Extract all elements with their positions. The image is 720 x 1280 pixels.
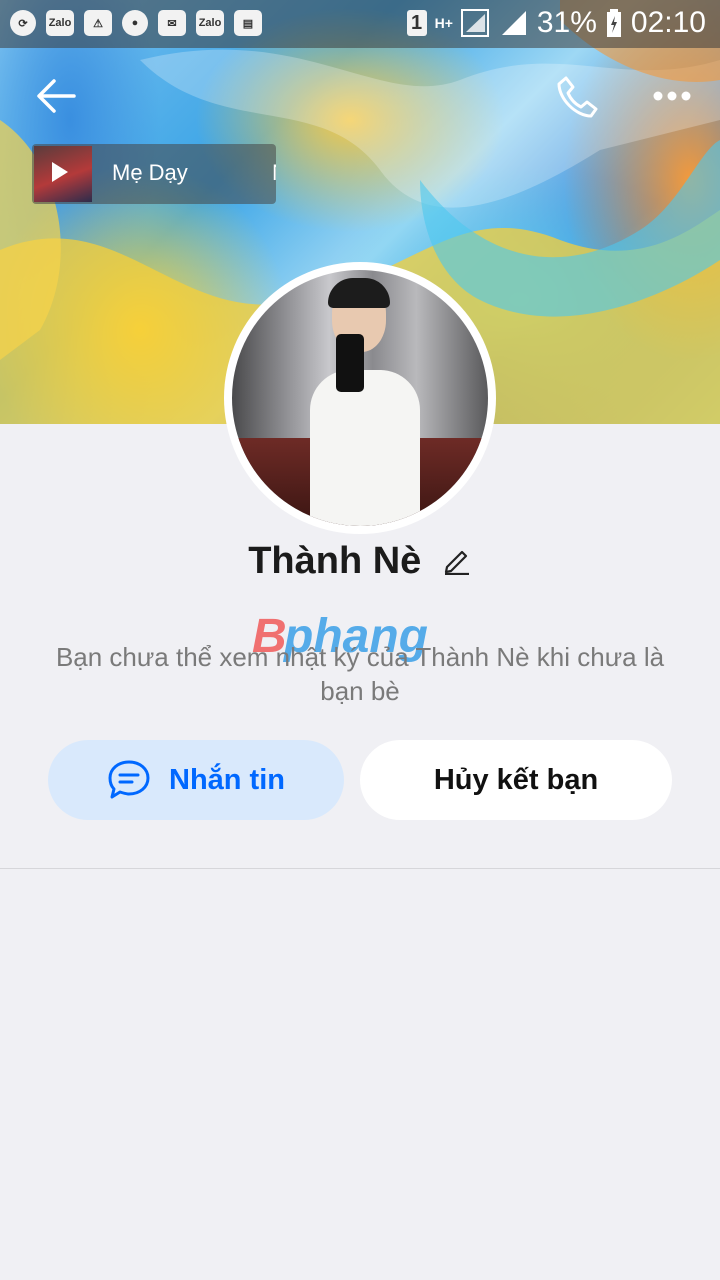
more-icon[interactable] (652, 82, 692, 110)
zalo-icon-label: Zalo (198, 17, 222, 29)
system-indicators: 1 H+ 31% 02:10 (406, 6, 706, 40)
back-arrow-icon[interactable] (34, 76, 78, 116)
notification-icons: ⟳ Zalo ⚠ ● ✉ Zalo ▤ (10, 10, 262, 36)
avatar[interactable] (232, 270, 488, 526)
play-icon[interactable] (52, 162, 68, 182)
message-button[interactable]: Nhắn tin (48, 740, 344, 820)
unfriend-button-label: Hủy kết bạn (433, 763, 599, 796)
avatar-hair (328, 278, 390, 308)
network-type: H+ (434, 15, 453, 31)
chat-icon: ● (122, 10, 148, 36)
zalo-icon-label: Zalo (48, 17, 72, 29)
profile-name: Thành Nè (248, 540, 422, 582)
clock: 02:10 (630, 6, 706, 39)
phone-icon[interactable] (554, 74, 600, 120)
message-button-label: Nhắn tin (169, 763, 285, 796)
chat-bubble-icon (108, 760, 150, 799)
unfriend-button[interactable]: Hủy kết bạn (360, 740, 672, 820)
section-divider (0, 868, 720, 869)
status-bar: ⟳ Zalo ⚠ ● ✉ Zalo ▤ 1 H+ 31% 02:10 (0, 0, 720, 48)
warning-icon: ⚠ (84, 10, 112, 36)
diary-restriction-note: Bạn chưa thể xem nhật ký của Thành Nè kh… (55, 642, 665, 706)
zalo-icon: Zalo (46, 10, 74, 36)
avatar-figure (310, 370, 420, 526)
sim-slot-indicator: 1 (406, 10, 427, 36)
music-title-marquee: N (272, 160, 276, 186)
profile-name-row: Thành Nè (0, 540, 720, 583)
avatar-phone (336, 334, 364, 392)
battery-percent: 31% (536, 6, 597, 39)
zalo-icon: Zalo (196, 10, 224, 36)
signal-2-icon (501, 11, 526, 35)
sync-icon: ⟳ (10, 10, 36, 36)
signal-icon (460, 9, 489, 37)
mail-icon: ✉ (158, 10, 186, 36)
music-title: Mẹ Dạy (112, 160, 188, 185)
battery-icon (606, 9, 621, 37)
sd-card-icon: ▤ (234, 10, 262, 36)
edit-pencil-icon[interactable] (442, 545, 472, 575)
profile-music-widget[interactable]: Mẹ Dạy N (32, 144, 276, 204)
